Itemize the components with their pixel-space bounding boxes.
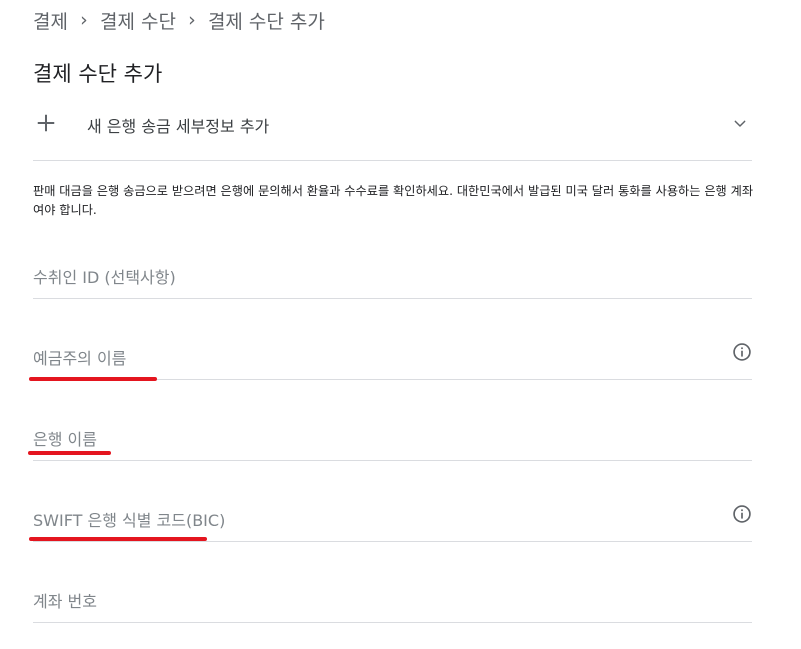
- account-holder-name-field[interactable]: 예금주의 이름: [33, 335, 752, 380]
- breadcrumb-payment-methods[interactable]: 결제 수단: [100, 7, 176, 34]
- payee-id-placeholder: 수취인 ID (선택사항): [33, 268, 176, 287]
- highlight-underline: [29, 537, 207, 541]
- bank-name-field[interactable]: 은행 이름: [33, 416, 752, 461]
- chevron-down-icon[interactable]: [732, 116, 748, 132]
- highlight-underline: [28, 451, 111, 455]
- account-number-field[interactable]: 계좌 번호: [33, 578, 752, 623]
- account-holder-name-placeholder: 예금주의 이름: [33, 349, 127, 368]
- account-number-placeholder: 계좌 번호: [33, 592, 97, 611]
- breadcrumb-separator-icon: ›: [80, 9, 88, 31]
- page-title: 결제 수단 추가: [33, 62, 163, 86]
- swift-bic-placeholder: SWIFT 은행 식별 코드(BIC): [33, 511, 226, 530]
- bank-name-placeholder: 은행 이름: [33, 430, 97, 449]
- plus-icon: [37, 114, 55, 132]
- breadcrumb-separator-icon: ›: [188, 9, 196, 31]
- breadcrumb-payments[interactable]: 결제: [33, 7, 68, 34]
- payee-id-field[interactable]: 수취인 ID (선택사항): [33, 254, 752, 299]
- swift-bic-field[interactable]: SWIFT 은행 식별 코드(BIC): [33, 497, 752, 542]
- add-bank-transfer-label: 새 은행 송금 세부정보 추가: [87, 117, 270, 136]
- breadcrumb-add-payment-method: 결제 수단 추가: [207, 10, 325, 33]
- highlight-underline: [29, 377, 157, 381]
- breadcrumb: 결제 › 결제 수단 › 결제 수단 추가: [33, 6, 325, 34]
- info-icon[interactable]: [732, 504, 752, 524]
- add-bank-transfer-button[interactable]: 새 은행 송금 세부정보 추가: [33, 104, 752, 161]
- info-icon[interactable]: [732, 342, 752, 362]
- bank-transfer-info-text: 판매 대금을 은행 송금으로 받으려면 은행에 문의해서 환율과 수수료를 확인…: [33, 184, 754, 217]
